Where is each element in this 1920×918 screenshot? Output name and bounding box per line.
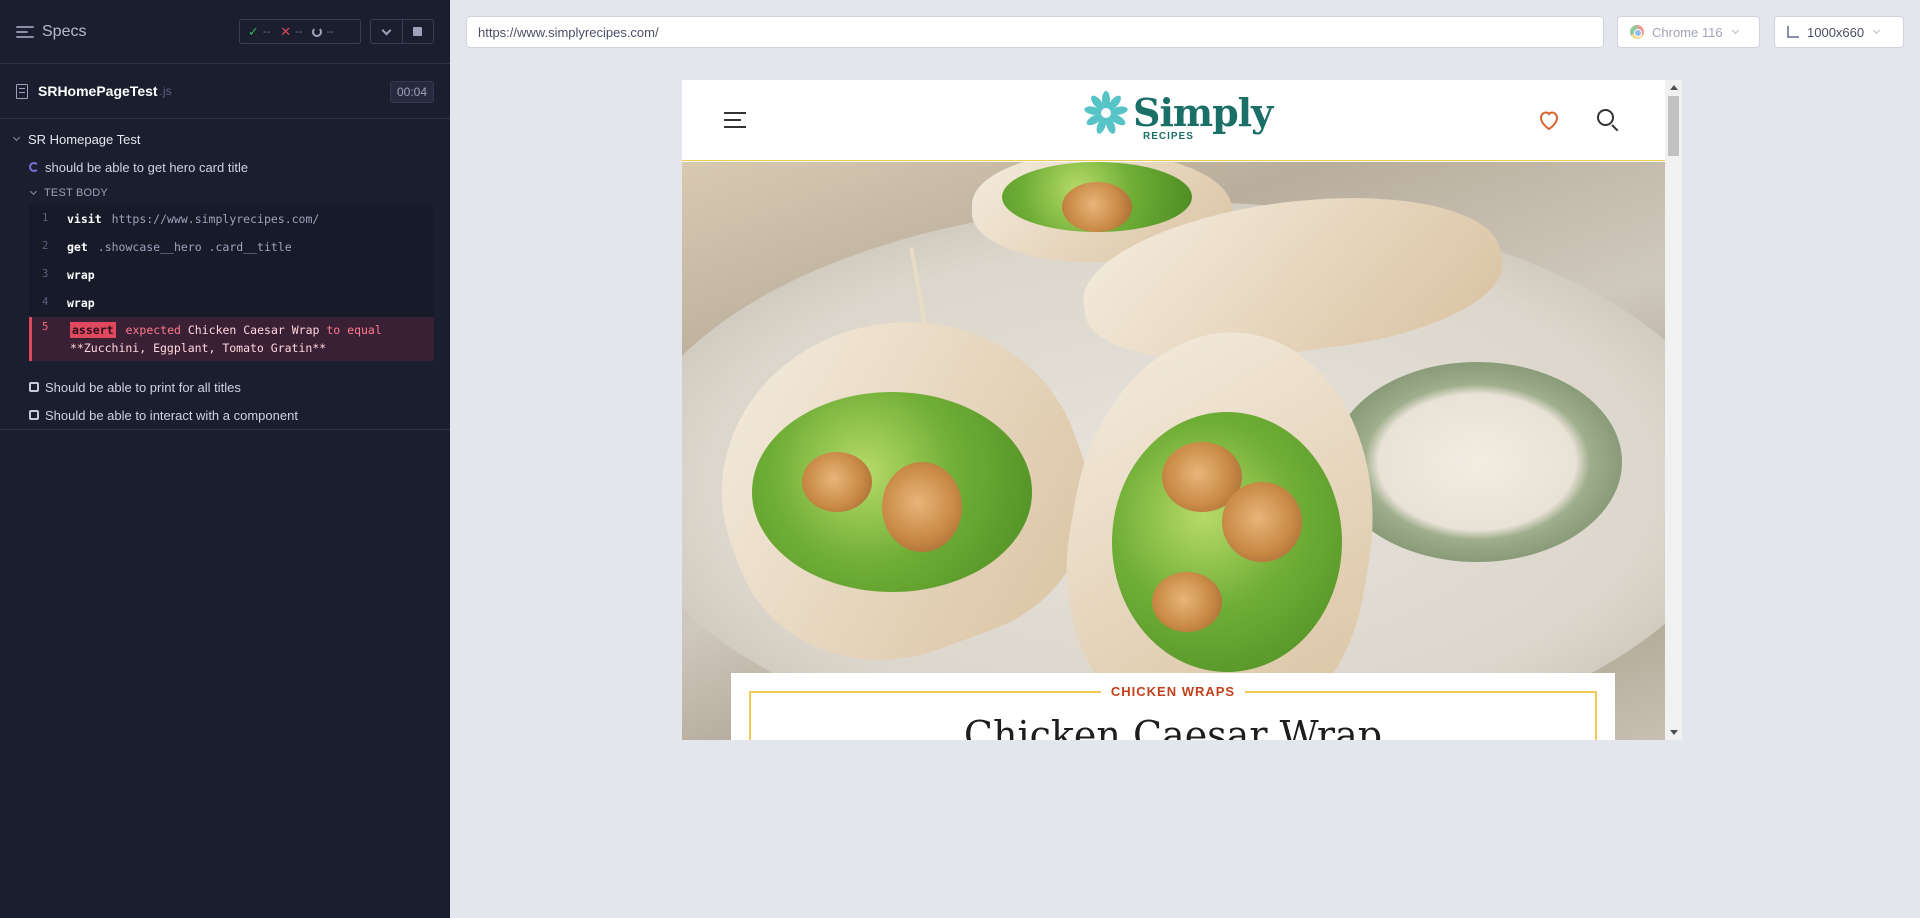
hero-card[interactable]: CHICKEN WRAPS Chicken Caesar Wrap: [731, 673, 1615, 740]
pending-count: --: [326, 25, 334, 38]
heart-icon[interactable]: [1537, 108, 1561, 132]
chevron-down-icon: [1873, 26, 1881, 35]
search-icon[interactable]: [1597, 109, 1619, 132]
command-name: visit: [67, 212, 102, 226]
spec-file-ext: .js: [159, 84, 172, 98]
command-row[interactable]: 1 visit https://www.simplyrecipes.com/: [29, 205, 434, 233]
assert-message: assert expected Chicken Caesar Wrap to eq…: [70, 321, 434, 357]
hero-image[interactable]: [682, 162, 1665, 740]
chevron-down-icon: [29, 187, 38, 196]
document-icon: [16, 83, 28, 99]
card-title[interactable]: Chicken Caesar Wrap: [751, 713, 1595, 740]
command-row[interactable]: 3 wrap: [29, 261, 434, 289]
pending-circle-icon: [312, 26, 323, 37]
failed-assert-row[interactable]: 5 assert expected Chicken Caesar Wrap to …: [29, 317, 434, 361]
x-icon: ✕: [280, 23, 292, 39]
stop-button[interactable]: [403, 20, 434, 43]
command-message: .showcase__hero .card__title: [97, 240, 292, 254]
aut-iframe: Simply RECIPES CHICKEN WRAPS Chicken Cae…: [682, 80, 1682, 740]
command-number: 4: [42, 296, 49, 308]
passed-count: --: [262, 25, 271, 38]
command-name: wrap: [67, 268, 95, 282]
hero-card-border: CHICKEN WRAPS Chicken Caesar Wrap: [749, 684, 1597, 740]
hamburger-menu-icon[interactable]: [724, 111, 746, 129]
scrollbar-thumb[interactable]: [1668, 96, 1679, 156]
logo-subtext: RECIPES: [1143, 131, 1194, 142]
scroll-down-arrow-icon[interactable]: [1670, 730, 1678, 735]
site-logo[interactable]: Simply RECIPES: [1083, 90, 1273, 142]
logo-text: Simply: [1133, 90, 1273, 135]
suite-title: SR Homepage Test: [28, 131, 141, 147]
suite-row[interactable]: SR Homepage Test: [0, 125, 450, 153]
command-name: wrap: [67, 296, 95, 310]
test-title: should be able to get hero card title: [45, 159, 249, 175]
url-bar[interactable]: https://www.simplyrecipes.com/: [466, 16, 1604, 48]
assert-actual: Chicken Caesar Wrap: [187, 323, 320, 337]
passed-stat: ✓ --: [248, 24, 270, 40]
assert-mid: to equal: [326, 323, 382, 337]
test-title: Should be able to interact with a compon…: [45, 407, 298, 423]
command-log: 1 visit https://www.simplyrecipes.com/ 2…: [29, 205, 434, 361]
spec-duration: 00:04: [389, 81, 434, 103]
stop-icon: [413, 27, 423, 36]
test-title: Should be able to print for all titles: [45, 379, 241, 395]
specs-title[interactable]: Specs: [42, 23, 86, 41]
failed-stat: ✕ --: [280, 24, 302, 40]
scroll-up-arrow-icon[interactable]: [1670, 85, 1678, 90]
viewport-label: 1000x660: [1807, 24, 1865, 40]
collapse-button[interactable]: [371, 20, 403, 43]
command-message: https://www.simplyrecipes.com/: [111, 212, 320, 226]
chevron-down-icon: [1731, 26, 1739, 35]
pending-square-icon: [29, 410, 39, 420]
assert-tag: assert: [70, 322, 116, 338]
spec-file-row[interactable]: SRHomePageTest .js 00:04: [0, 64, 450, 119]
test-body-toggle[interactable]: TEST BODY: [0, 181, 450, 205]
spec-file-name[interactable]: SRHomePageTest: [38, 83, 158, 99]
command-row[interactable]: 2 get .showcase__hero .card__title: [29, 233, 434, 261]
ruler-icon: [1787, 26, 1799, 38]
run-controls: [370, 19, 434, 44]
command-number: 3: [42, 268, 49, 280]
command-number: 1: [42, 212, 49, 224]
command-name: get: [67, 240, 88, 254]
site-header: Simply RECIPES: [682, 80, 1682, 161]
divider: [0, 429, 450, 430]
app-under-test-area: https://www.simplyrecipes.com/ Chrome 11…: [450, 0, 1920, 918]
chrome-icon: [1630, 25, 1644, 39]
specs-header: Specs ✓ -- ✕ -- --: [0, 0, 450, 64]
flower-logo-icon: [1083, 90, 1129, 136]
card-category[interactable]: CHICKEN WRAPS: [1100, 684, 1246, 699]
test-row-running[interactable]: should be able to get hero card title: [0, 153, 450, 181]
command-row[interactable]: 4 wrap: [29, 289, 434, 317]
test-row-pending[interactable]: Should be able to print for all titles: [0, 373, 450, 401]
iframe-scrollbar[interactable]: [1665, 80, 1682, 740]
dip-bowl: [1332, 362, 1622, 562]
chevron-down-icon: [12, 133, 21, 142]
browser-selector[interactable]: Chrome 116: [1617, 16, 1760, 48]
reporter-panel: Specs ✓ -- ✕ -- -- SRHomePageTest .js 00…: [0, 0, 450, 918]
specs-list-icon[interactable]: [16, 25, 34, 39]
test-body-label: TEST BODY: [44, 187, 108, 199]
test-stats: ✓ -- ✕ -- --: [239, 19, 361, 44]
failed-count: --: [295, 25, 303, 38]
check-icon: ✓: [248, 23, 259, 39]
test-row-pending[interactable]: Should be able to interact with a compon…: [0, 401, 450, 429]
command-number: 5: [42, 321, 49, 333]
viewport-selector[interactable]: 1000x660: [1774, 16, 1904, 48]
browser-label: Chrome 116: [1652, 24, 1723, 40]
pending-square-icon: [29, 382, 39, 392]
running-spinner-icon: [29, 162, 39, 172]
assert-expected: **Zucchini, Eggplant, Tomato Gratin**: [70, 341, 327, 355]
chevron-down-icon: [381, 25, 392, 35]
pending-stat: --: [312, 25, 334, 38]
assert-pre: expected: [125, 323, 181, 337]
command-number: 2: [42, 240, 49, 252]
